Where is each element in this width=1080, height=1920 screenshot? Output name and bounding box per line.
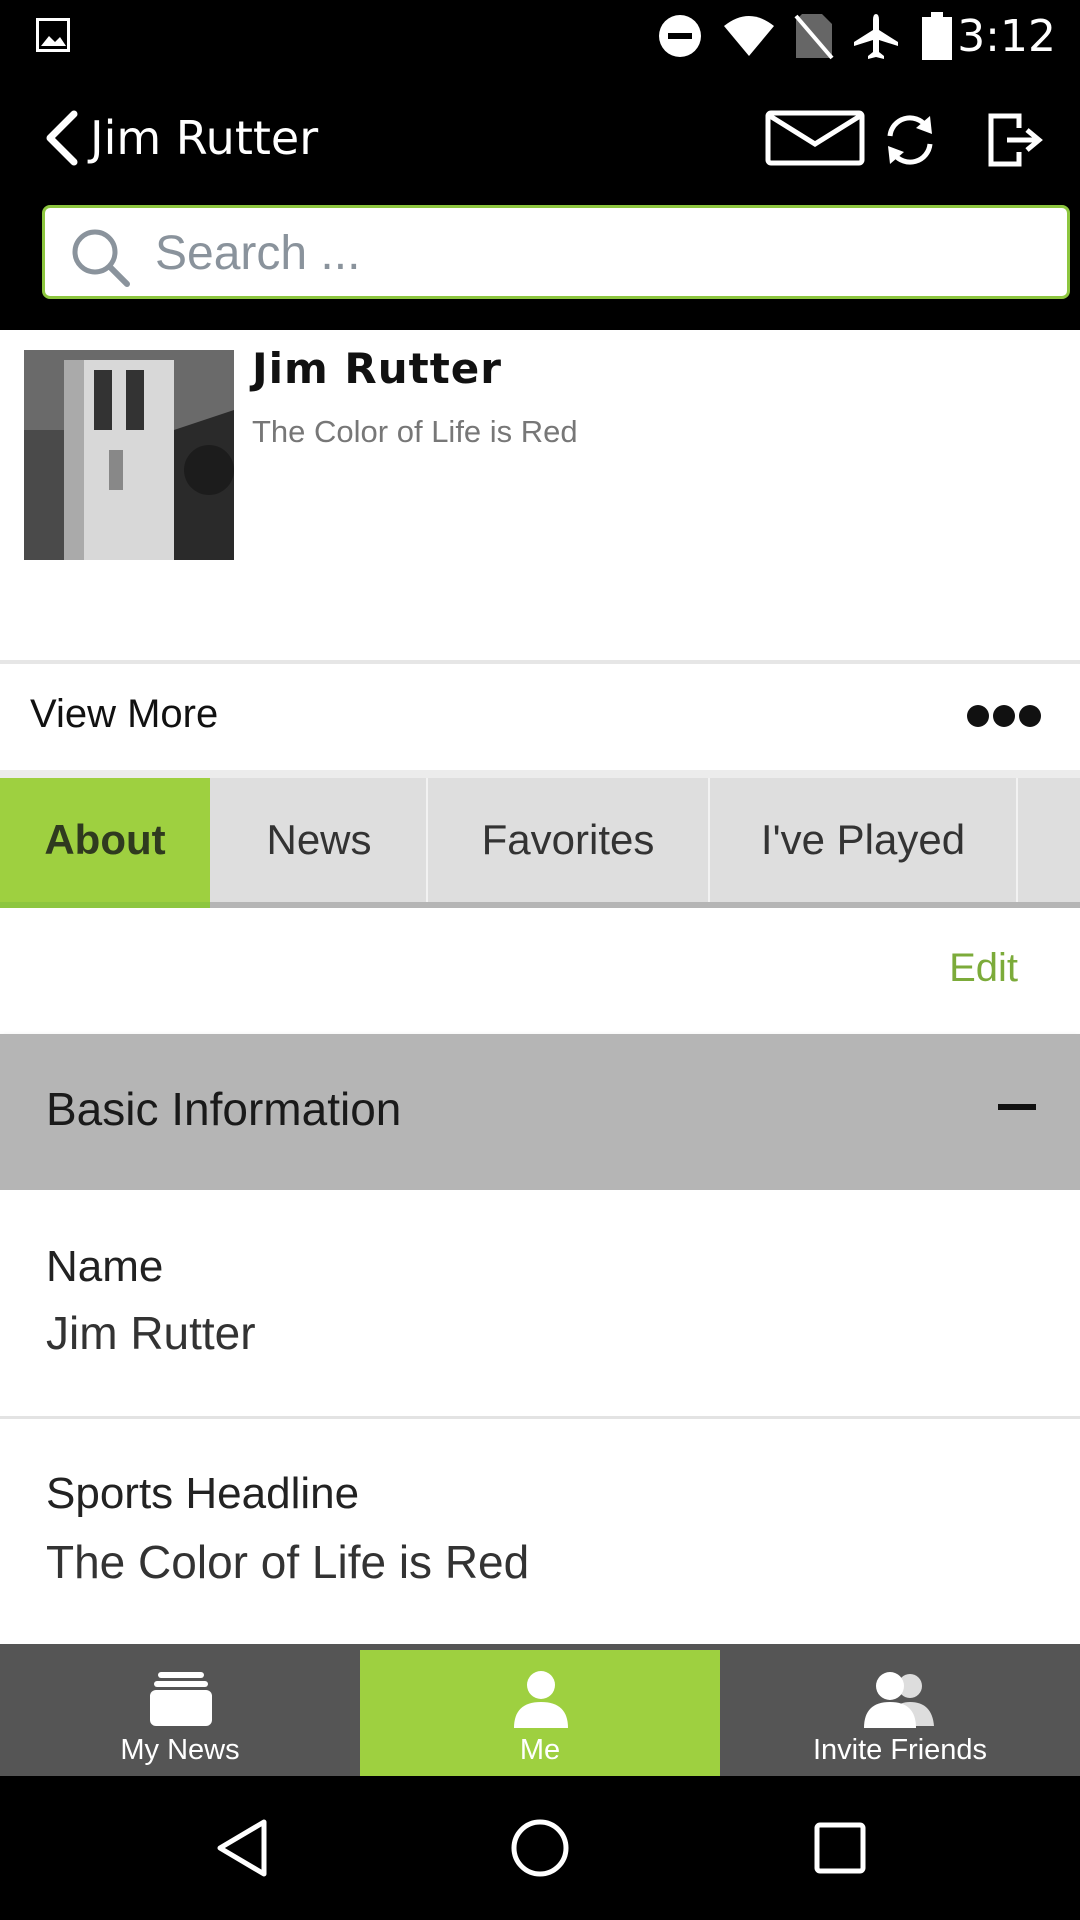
friends-icon <box>864 1672 934 1728</box>
no-sim-icon <box>794 14 834 60</box>
view-more-label: View More <box>30 692 219 736</box>
nav-invite-friends[interactable]: Invite Friends <box>720 1650 1080 1776</box>
field-value: Jim Rutter <box>46 1307 256 1359</box>
edit-row: Edit <box>0 908 1080 1034</box>
more-dots-icon[interactable] <box>966 704 1042 728</box>
status-time: 3:12 <box>957 11 1056 62</box>
field-sports-headline: Sports Headline The Color of Life is Red <box>0 1419 1080 1644</box>
home-circle-icon[interactable] <box>510 1818 570 1878</box>
bottom-nav: My News Me Invite Friends <box>0 1644 1080 1776</box>
nav-my-news[interactable]: My News <box>0 1650 360 1776</box>
status-bar: 3:12 <box>0 0 1080 74</box>
recents-square-icon[interactable] <box>814 1822 866 1874</box>
news-stack-icon <box>150 1672 212 1726</box>
nav-label: Invite Friends <box>812 1734 988 1766</box>
collapse-minus-icon[interactable] <box>998 1104 1036 1110</box>
person-icon <box>514 1671 568 1728</box>
do-not-disturb-icon <box>659 15 701 57</box>
edit-link[interactable]: Edit <box>949 946 1018 991</box>
view-more-row[interactable]: View More <box>0 664 1080 770</box>
search-bar[interactable] <box>42 205 1070 299</box>
nav-me[interactable]: Me <box>360 1650 720 1776</box>
sync-icon[interactable] <box>880 110 940 170</box>
search-icon <box>72 229 130 287</box>
system-navigation-bar <box>0 1776 1080 1920</box>
tab-news[interactable]: News <box>212 778 428 902</box>
field-label: Name <box>46 1242 164 1291</box>
back-triangle-icon[interactable] <box>214 1818 270 1878</box>
page-title: Jim Rutter <box>90 111 319 165</box>
back-arrow-icon[interactable] <box>42 108 82 168</box>
tab-overflow[interactable] <box>1018 778 1080 902</box>
field-label: Sports Headline <box>46 1469 360 1518</box>
tab-ive-played[interactable]: I've Played <box>710 778 1018 902</box>
profile-tagline: The Color of Life is Red <box>252 414 578 449</box>
profile-header: Jim Rutter The Color of Life is Red <box>0 330 1080 660</box>
field-name: Name Jim Rutter <box>0 1190 1080 1416</box>
mail-icon[interactable] <box>765 110 865 166</box>
nav-label: My News <box>120 1734 240 1766</box>
profile-tabs: About News Favorites I've Played <box>0 778 1080 908</box>
field-value: The Color of Life is Red <box>46 1536 530 1588</box>
basic-information-header[interactable]: Basic Information <box>0 1034 1080 1190</box>
wifi-icon <box>724 16 774 56</box>
divider <box>0 770 1080 778</box>
logout-icon[interactable] <box>985 110 1045 170</box>
section-title: Basic Information <box>46 1083 402 1135</box>
battery-icon <box>922 12 952 60</box>
airplane-mode-icon <box>854 14 898 59</box>
image-notification-icon <box>36 18 70 52</box>
profile-name: Jim Rutter <box>252 344 503 393</box>
search-input[interactable] <box>153 208 1037 298</box>
tab-favorites[interactable]: Favorites <box>428 778 710 902</box>
nav-label: Me <box>519 1734 561 1766</box>
avatar[interactable] <box>24 350 234 560</box>
tab-about[interactable]: About <box>0 778 210 902</box>
